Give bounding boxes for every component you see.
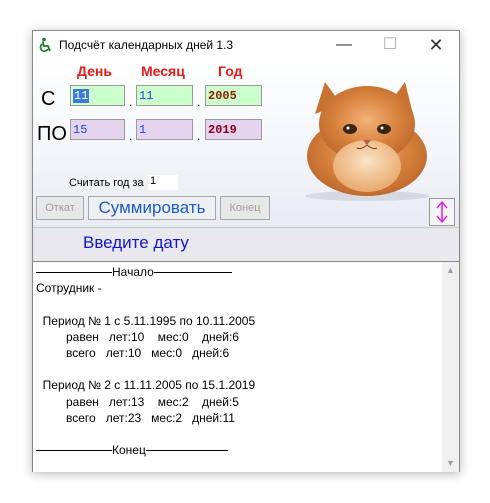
- from-month-input[interactable]: 11: [136, 85, 193, 106]
- undo-button[interactable]: Откат: [36, 196, 84, 220]
- results-textarea[interactable]: Начало Сотрудник - Период № 1 с 5.11.199…: [33, 261, 459, 472]
- wheelchair-icon: [39, 37, 51, 52]
- output-end-line: Конец: [36, 442, 255, 458]
- scroll-up-icon[interactable]: ▲: [442, 262, 459, 279]
- sum-button[interactable]: Суммировать: [88, 196, 216, 220]
- maximize-button[interactable]: ☐: [367, 31, 413, 59]
- expand-arrows-button[interactable]: [429, 198, 455, 226]
- app-window: Подсчёт календарных дней 1.3 — ☐ ✕ День …: [32, 30, 460, 472]
- end-button[interactable]: Конец: [220, 196, 270, 220]
- up-down-arrows-icon: [436, 200, 448, 224]
- vertical-scrollbar[interactable]: ▲ ▼: [442, 262, 459, 472]
- period-1-title: Период № 1 с 5.11.1995 по 10.11.2005: [36, 313, 256, 328]
- to-label: ПО: [37, 123, 67, 145]
- input-panel: День Месяц Год С 11 . 11 . 2005 ПО 15 . …: [33, 59, 459, 227]
- count-year-input[interactable]: 1: [148, 175, 178, 190]
- count-year-label: Считать год за: [69, 177, 144, 189]
- title-bar: Подсчёт календарных дней 1.3 — ☐ ✕: [33, 31, 459, 59]
- period-2-total: всего лет:23 мес:2 дней:11: [36, 410, 235, 425]
- header-day: День: [77, 63, 112, 79]
- kitten-image: [305, 82, 429, 201]
- minimize-button[interactable]: —: [321, 31, 367, 59]
- to-month-input[interactable]: 1: [136, 119, 193, 140]
- from-label: С: [41, 88, 56, 110]
- header-month: Месяц: [141, 63, 185, 79]
- window-title: Подсчёт календарных дней 1.3: [59, 38, 234, 52]
- period-2-equal: равен лет:13 мес:2 дней:5: [36, 394, 239, 409]
- to-year-input[interactable]: 2019: [205, 119, 262, 140]
- close-button[interactable]: ✕: [413, 31, 459, 59]
- period-1-equal: равен лет:10 мес:0 дней:6: [36, 329, 239, 344]
- to-day-input[interactable]: 15: [70, 119, 125, 140]
- scroll-down-icon[interactable]: ▼: [442, 455, 459, 472]
- from-day-input[interactable]: 11: [70, 85, 125, 106]
- from-year-input[interactable]: 2005: [205, 85, 262, 106]
- header-year: Год: [218, 63, 243, 79]
- status-message: Введите дату: [83, 233, 189, 252]
- status-bar: Введите дату: [33, 227, 459, 262]
- period-1-total: всего лет:10 мес:0 дней:6: [36, 345, 230, 360]
- output-start-line: Начало: [36, 264, 255, 280]
- output-employee: Сотрудник -: [36, 281, 102, 296]
- period-2-title: Период № 2 с 11.11.2005 по 15.1.2019: [36, 378, 256, 393]
